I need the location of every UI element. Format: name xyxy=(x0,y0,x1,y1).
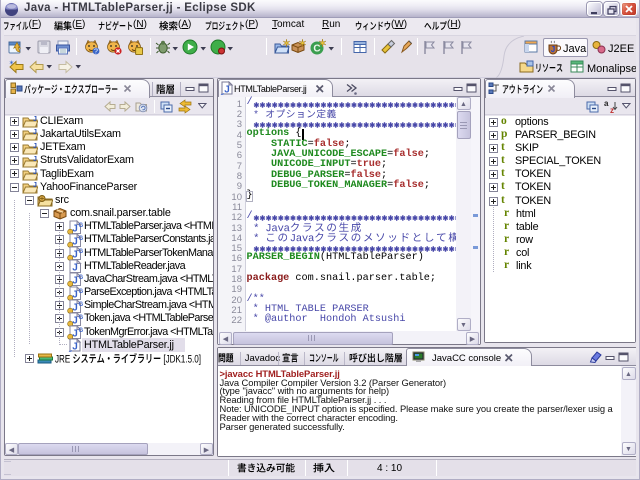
svg-text:?: ? xyxy=(94,49,98,55)
svg-text:J: J xyxy=(33,116,37,123)
svg-text:J: J xyxy=(224,85,230,96)
svg-text:C: C xyxy=(313,44,320,55)
svg-text:J: J xyxy=(33,143,37,150)
svg-text:J: J xyxy=(33,156,37,163)
svg-text:J: J xyxy=(551,45,555,54)
svg-text:J: J xyxy=(33,129,37,136)
svg-text:G: G xyxy=(79,236,84,242)
svg-text:G: G xyxy=(79,328,84,334)
svg-text:J: J xyxy=(33,182,37,189)
svg-text:J: J xyxy=(33,169,37,176)
svg-text:G: G xyxy=(79,223,84,229)
svg-text:G: G xyxy=(79,315,84,321)
svg-text:G: G xyxy=(79,249,84,255)
svg-text:G: G xyxy=(79,302,84,308)
svg-text:a: a xyxy=(604,99,609,108)
svg-text:G: G xyxy=(79,275,84,281)
svg-text:G: G xyxy=(79,289,84,295)
